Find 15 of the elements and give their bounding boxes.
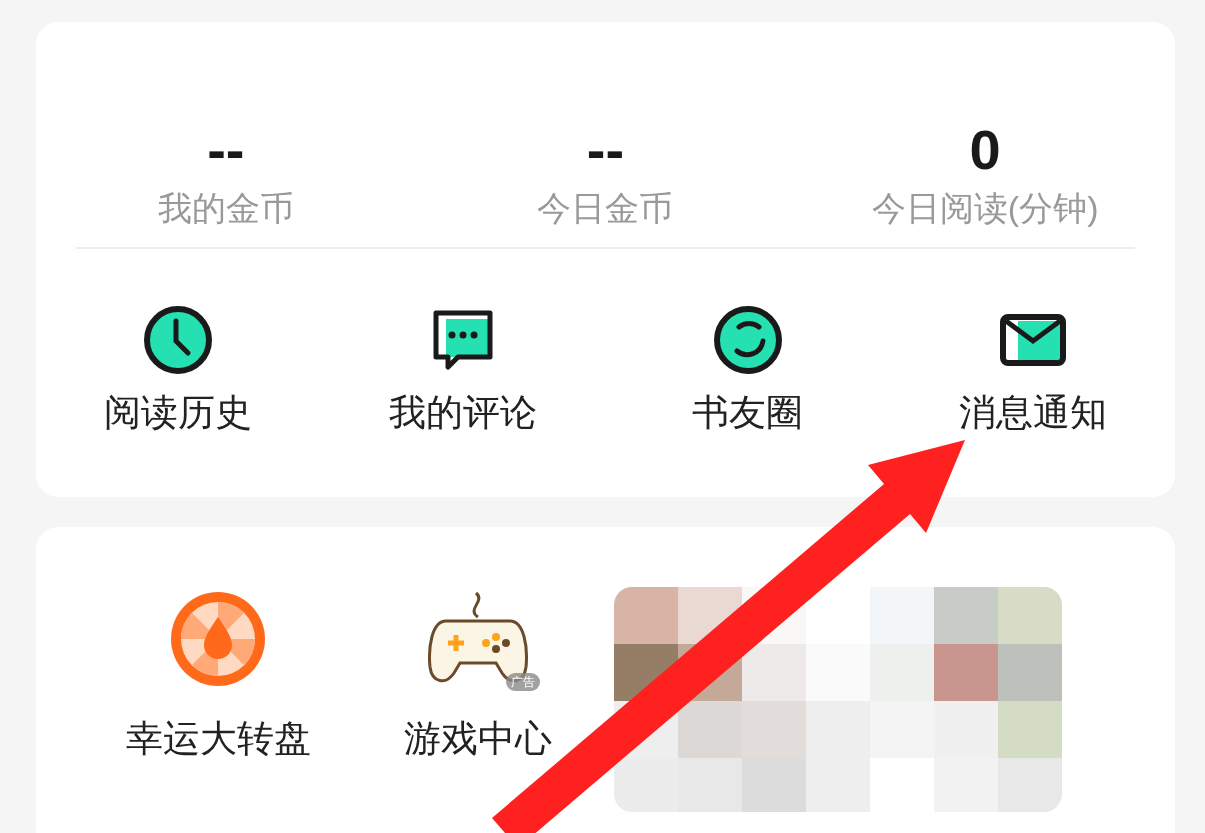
stat-label: 今日阅读(分钟) [871,188,1099,228]
stat-label: 我的金币 [157,188,294,228]
clock-icon [143,305,214,375]
circle-icon [712,305,783,375]
promo-label[interactable]: 幸运大转盘 [125,717,311,761]
promo-label[interactable]: 游戏中心 [404,717,552,761]
stat-value: -- [207,120,245,180]
stat-label: 今日金币 [537,188,674,228]
shortcut-label[interactable]: 阅读历史 [104,391,253,435]
shortcut-label[interactable]: 我的评论 [389,391,538,435]
shortcut-label[interactable]: 书友圈 [692,391,804,435]
stat-value: 0 [969,120,1001,180]
ad-badge: 广告 [506,673,540,691]
stat-value: -- [586,120,625,180]
shortcut-label[interactable]: 消息通知 [958,391,1107,435]
